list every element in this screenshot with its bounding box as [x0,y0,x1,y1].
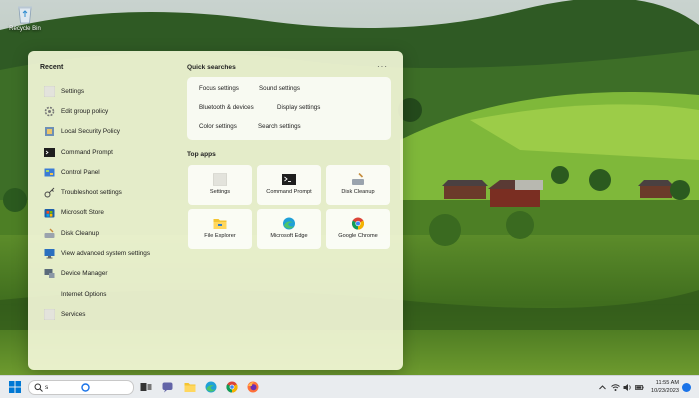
store-icon [44,207,55,218]
control-panel-icon [44,167,55,178]
recent-item-label: Device Manager [61,270,108,278]
task-view-icon [140,383,152,391]
settings-tile-icon [44,85,55,97]
monitor-icon [44,248,55,259]
folder-icon [184,383,196,392]
notification-icon[interactable] [682,383,691,392]
recent-item-internet-options[interactable]: Internet Options [44,284,184,304]
recent-item-label: Internet Options [61,290,107,298]
recent-item-label: Local Security Policy [61,128,120,136]
recent-item-microsoft-store[interactable]: Microsoft Store [44,203,184,223]
search-input[interactable] [45,382,85,392]
top-app-microsoft-edge[interactable]: Microsoft Edge [257,209,321,249]
top-app-google-chrome[interactable]: Google Chrome [326,209,390,249]
top-app-label: Settings [209,189,231,195]
recycle-bin[interactable]: Recycle Bin [2,4,48,32]
search-icon [34,383,43,392]
key-icon [44,187,55,198]
recent-item-local-security-policy[interactable]: Local Security Policy [44,122,184,142]
top-app-command-prompt[interactable]: Command Prompt [257,165,321,205]
recent-item-label: Edit group policy [61,107,109,115]
recent-item-label: Services [61,310,86,318]
recent-item-view-advanced-system-settings[interactable]: View advanced system settings [44,243,184,263]
clock-date: 10/23/2023 [651,388,679,394]
top-apps-title: Top apps [187,151,216,158]
firefox-icon [247,381,259,393]
recent-item-control-panel[interactable]: Control Panel [44,162,184,182]
edge-taskbar-button[interactable] [205,381,217,393]
quick-search-focus-settings[interactable]: Focus settings [193,81,245,97]
recycle-bin-label: Recycle Bin [9,26,41,32]
top-app-file-explorer[interactable]: File Explorer [188,209,252,249]
search-panel: Recent Settings Edit group policy Local … [28,51,403,370]
device-manager-icon [44,268,55,279]
recent-item-device-manager[interactable]: Device Manager [44,264,184,284]
taskbar: 11:55 AM 10/23/2023 [0,375,699,398]
top-app-label: File Explorer [204,233,236,239]
quick-searches-title: Quick searches [187,64,236,71]
chrome-taskbar-button[interactable] [226,381,238,393]
quick-searches-box: Focus settings Sound settings Bluetooth … [187,77,391,140]
top-app-label: Disk Cleanup [341,189,375,195]
top-app-disk-cleanup[interactable]: Disk Cleanup [326,165,390,205]
quick-search-display-settings[interactable]: Display settings [271,100,326,116]
chat-icon [162,382,173,393]
recent-item-edit-group-policy[interactable]: Edit group policy [44,101,184,121]
clock[interactable]: 11:55 AM 10/23/2023 [645,379,679,395]
more-options-button[interactable]: ··· [377,62,388,71]
taskbar-search-box[interactable] [28,380,134,395]
edge-icon [205,381,217,393]
cmd-icon [282,173,296,186]
recent-item-label: Settings [61,87,85,95]
chrome-icon [226,381,238,393]
quick-search-search-settings[interactable]: Search settings [252,119,307,135]
cortana-icon [81,383,90,392]
recent-item-label: Troubleshoot settings [61,189,122,197]
firefox-taskbar-button[interactable] [247,381,259,393]
wifi-icon[interactable] [611,383,620,392]
recent-title: Recent [40,64,64,71]
group-policy-icon [44,106,55,117]
recent-item-troubleshoot-settings[interactable]: Troubleshoot settings [44,182,184,202]
recent-list: Settings Edit group policy Local Securit… [44,81,184,325]
battery-icon[interactable] [635,383,644,392]
disk-cleanup-icon [44,228,55,239]
recent-item-label: Disk Cleanup [61,229,100,237]
cmd-icon [44,147,55,158]
recent-item-services[interactable]: Services [44,304,184,324]
disk-cleanup-icon [351,173,365,186]
recent-item-label: Command Prompt [61,148,113,156]
top-app-label: Command Prompt [266,189,312,195]
recycle-bin-icon [16,4,34,24]
quick-search-sound-settings[interactable]: Sound settings [253,81,306,97]
quick-search-bluetooth-devices[interactable]: Bluetooth & devices [193,100,260,116]
task-view-button[interactable] [140,381,152,393]
services-icon [44,308,55,320]
clock-time: 11:55 AM [655,380,679,386]
edge-icon [282,217,296,230]
recent-item-label: Microsoft Store [61,209,104,217]
chrome-icon [351,217,365,230]
teams-chat-button[interactable] [162,381,174,393]
recent-item-label: Control Panel [61,168,100,176]
recent-item-label: View advanced system settings [61,250,151,258]
chevron-up-icon[interactable] [598,383,607,392]
blank-icon [44,289,55,300]
folder-icon [213,217,227,230]
recent-item-command-prompt[interactable]: Command Prompt [44,142,184,162]
file-explorer-taskbar-button[interactable] [184,381,196,393]
start-button[interactable] [9,381,21,393]
volume-icon[interactable] [623,383,632,392]
security-policy-icon [44,126,55,137]
quick-search-color-settings[interactable]: Color settings [193,119,243,135]
recent-item-settings[interactable]: Settings [44,81,184,101]
settings-tile-icon [213,173,227,186]
windows-logo-icon [9,381,21,393]
top-app-settings[interactable]: Settings [188,165,252,205]
top-app-label: Google Chrome [338,233,378,239]
top-app-label: Microsoft Edge [270,233,308,239]
recent-item-disk-cleanup[interactable]: Disk Cleanup [44,223,184,243]
